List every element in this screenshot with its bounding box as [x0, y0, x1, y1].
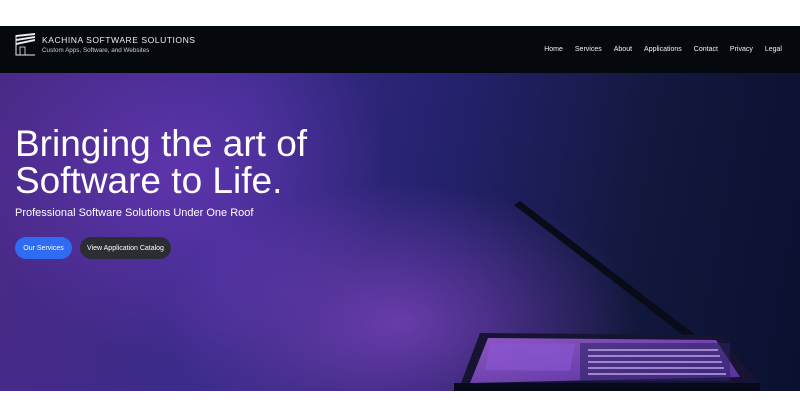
hero-subtitle: Professional Software Solutions Under On…: [15, 207, 254, 219]
brand-name[interactable]: KACHINA SOFTWARE SOLUTIONS: [42, 35, 196, 45]
hero-section: Bringing the art of Software to Life. Pr…: [0, 73, 800, 391]
nav-link-privacy[interactable]: Privacy: [730, 46, 753, 53]
top-navigation-bar: KACHINA SOFTWARE SOLUTIONS Custom Apps, …: [0, 26, 800, 73]
our-services-button[interactable]: Our Services: [15, 237, 72, 259]
nav-link-about[interactable]: About: [614, 46, 632, 53]
brand-tagline: Custom Apps, Software, and Websites: [42, 47, 150, 54]
nav-link-home[interactable]: Home: [544, 46, 563, 53]
kachina-logo-icon[interactable]: [15, 32, 36, 56]
nav-link-legal[interactable]: Legal: [765, 46, 782, 53]
nav-link-services[interactable]: Services: [575, 46, 602, 53]
laptop-in-purple-light-image: [454, 201, 760, 391]
nav-link-applications[interactable]: Applications: [644, 46, 682, 53]
hero-headline: Bringing the art of Software to Life.: [15, 125, 395, 199]
nav-link-contact[interactable]: Contact: [694, 46, 718, 53]
view-application-catalog-button[interactable]: View Application Catalog: [80, 237, 171, 259]
hero-headline-line-1: Bringing the art of: [15, 123, 308, 164]
hero-headline-line-2: Software to Life.: [15, 160, 283, 201]
page-bottom-area: [0, 391, 800, 419]
main-menu: Home Services About Applications Contact…: [532, 26, 782, 73]
